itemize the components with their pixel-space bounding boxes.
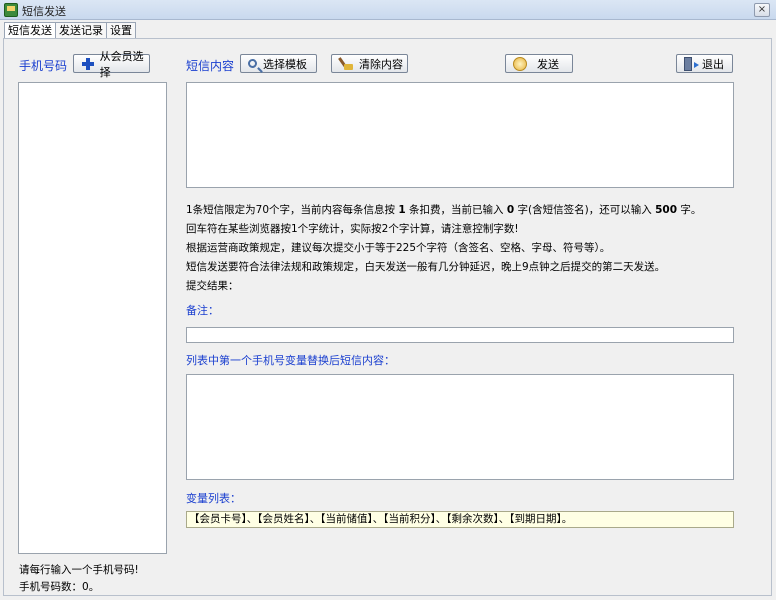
send-button[interactable]: 发送 [505, 54, 573, 73]
phone-count-suffix: 。 [88, 581, 100, 593]
info-line-law: 短信发送要符合法律法规和政策规定，白天发送一般有几分钟延迟，晚上9点钟之后提交的… [186, 261, 666, 273]
info-line-count: 1条短信限定为70个字，当前内容每条信息按 1 条扣费，当前已输入 0 字(含短… [186, 202, 701, 217]
tab-settings[interactable]: 设置 [106, 22, 136, 38]
plus-icon [81, 57, 94, 71]
submit-result-label: 提交结果： [186, 280, 239, 292]
info-line1-b: 条扣费，当前已输入 [409, 204, 504, 216]
search-icon [248, 59, 257, 68]
sms-content-label: 短信内容 [186, 59, 235, 73]
phone-number-label: 手机号码 [19, 59, 68, 73]
preview-content-box [186, 374, 734, 480]
remark-label: 备注： [186, 304, 219, 317]
info-remaining-count: 500 [655, 204, 678, 216]
broom-icon [339, 57, 353, 71]
exit-button[interactable]: 退出 [676, 54, 733, 73]
phone-count-value: 0 [82, 581, 89, 593]
select-from-members-button[interactable]: 从会员选择 [73, 50, 150, 79]
exit-icon [684, 56, 699, 71]
info-line1-d: 字。 [680, 204, 702, 216]
info-line-policy: 根据运营商政策规定，建议每次提交小于等于225个字符（含签名、空格、字母、符号等… [186, 242, 611, 254]
send-icon [513, 56, 527, 71]
phone-count-label: 手机号码数： [19, 581, 82, 593]
phone-hint: 请每行输入一个手机号码! [19, 564, 139, 576]
window-title: 短信发送 [22, 5, 66, 18]
clear-content-button[interactable]: 清除内容 [331, 54, 408, 73]
info-line-newline: 回车符在某些浏览器按1个字统计，实际按2个字计算，请注意控制字数! [186, 223, 519, 235]
send-label: 发送 [537, 57, 559, 71]
info-charge-count: 1 [398, 204, 406, 216]
preview-label: 列表中第一个手机号变量替换后短信内容： [186, 354, 395, 367]
select-template-button[interactable]: 选择模板 [240, 54, 317, 73]
remark-input[interactable] [186, 327, 734, 343]
tab-sms-send[interactable]: 短信发送 [4, 22, 56, 39]
select-template-label: 选择模板 [263, 57, 307, 71]
phone-count: 手机号码数：0。 [19, 579, 99, 594]
close-button[interactable]: × [754, 3, 770, 17]
info-line1-a: 1条短信限定为70个字，当前内容每条信息按 [186, 204, 396, 216]
phone-numbers-input[interactable] [18, 82, 167, 554]
select-from-members-label: 从会员选择 [99, 49, 144, 79]
clear-content-label: 清除内容 [359, 57, 403, 71]
info-typed-count: 0 [506, 204, 515, 216]
info-line1-c: 字(含短信签名)，还可以输入 [517, 204, 652, 216]
variable-list-label: 变量列表： [186, 492, 241, 505]
title-bar: 短信发送 × [0, 0, 776, 20]
app-icon [4, 3, 18, 17]
tab-bar: 短信发送 发送记录 设置 [4, 22, 136, 39]
exit-label: 退出 [702, 57, 724, 71]
variable-list[interactable]: 【会员卡号】、【会员姓名】、【当前储值】、【当前积分】、【剩余次数】、【到期日期… [186, 511, 734, 528]
tab-send-records[interactable]: 发送记录 [55, 22, 107, 38]
sms-content-input[interactable] [186, 82, 734, 188]
